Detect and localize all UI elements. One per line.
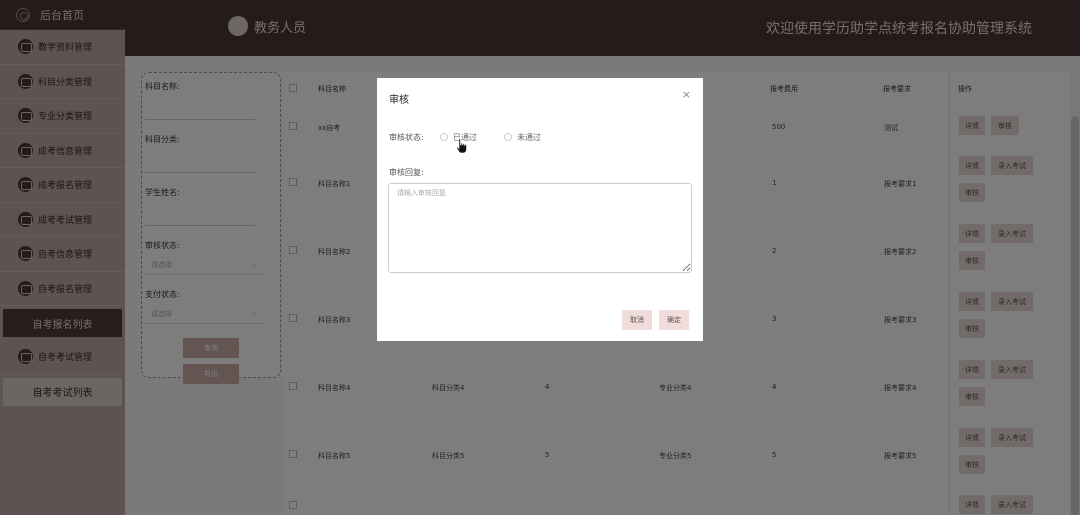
review-reply-input[interactable] — [388, 183, 692, 273]
radio-pass[interactable] — [440, 133, 448, 141]
dialog-title: 审核 — [389, 95, 409, 106]
hand-cursor-icon — [456, 138, 467, 154]
close-icon[interactable]: × — [682, 88, 691, 101]
review-dialog: 审核 × 审核状态: 已通过 未通过 审核回复: 取消 确定 — [377, 78, 703, 341]
radio-fail-label[interactable]: 未通过 — [517, 132, 541, 143]
review-reply-label: 审核回复: — [389, 168, 424, 177]
radio-fail[interactable] — [504, 133, 512, 141]
cancel-button[interactable]: 取消 — [622, 310, 652, 330]
confirm-button[interactable]: 确定 — [659, 310, 689, 330]
review-status-label: 审核状态: — [389, 133, 424, 142]
